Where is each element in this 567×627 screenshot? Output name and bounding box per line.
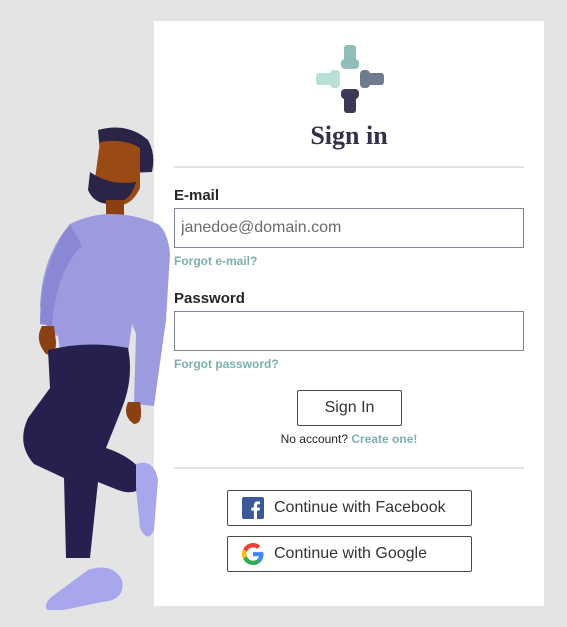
forgot-password-link[interactable]: Forgot password? xyxy=(174,357,279,371)
password-label: Password xyxy=(174,290,245,307)
hands-circle-icon xyxy=(316,45,384,113)
divider xyxy=(174,166,524,168)
facebook-button-label: Continue with Facebook xyxy=(274,499,446,516)
facebook-login-button[interactable]: Continue with Facebook xyxy=(227,490,472,526)
forgot-email-link[interactable]: Forgot e-mail? xyxy=(174,254,257,268)
google-button-label: Continue with Google xyxy=(274,545,427,562)
email-label: E-mail xyxy=(174,187,220,204)
password-field[interactable] xyxy=(174,311,524,351)
email-field[interactable] xyxy=(174,208,524,248)
create-account-link[interactable]: Create one! xyxy=(351,432,417,446)
facebook-icon xyxy=(242,497,264,519)
sign-in-button[interactable]: Sign In xyxy=(297,390,402,426)
no-account-text: No account? xyxy=(280,432,348,446)
no-account-row: No account? Create one! xyxy=(154,432,544,446)
google-icon xyxy=(242,543,264,565)
person-leaning-illustration xyxy=(23,127,170,610)
divider xyxy=(174,467,524,469)
signin-card: Sign in E-mail Forgot e-mail? Password F… xyxy=(154,21,544,606)
page-title: Sign in xyxy=(310,121,388,150)
google-login-button[interactable]: Continue with Google xyxy=(227,536,472,572)
